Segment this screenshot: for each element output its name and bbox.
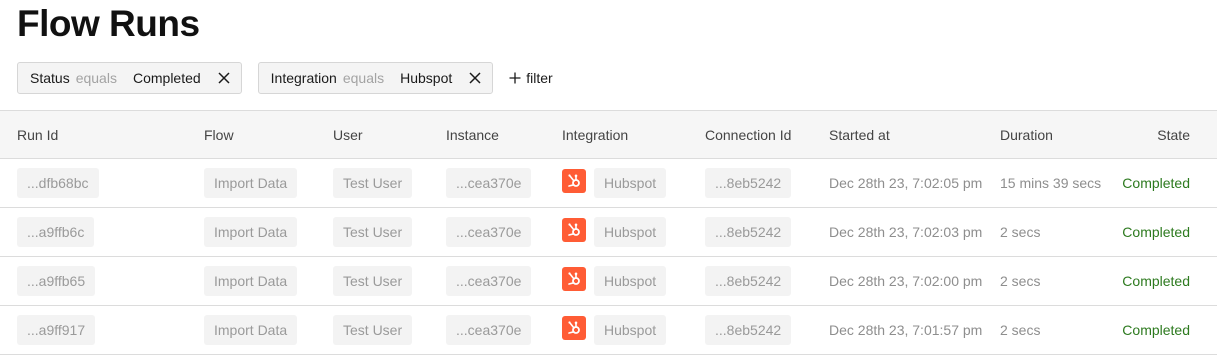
column-header-integration[interactable]: Integration xyxy=(562,127,628,143)
status-badge: Completed xyxy=(1122,175,1190,191)
column-header-started-at[interactable]: Started at xyxy=(829,127,890,143)
flow-name: Import Data xyxy=(204,315,298,345)
add-filter-button[interactable]: filter xyxy=(509,68,553,89)
plus-icon xyxy=(509,68,521,89)
column-header-flow[interactable]: Flow xyxy=(204,127,234,143)
user-name: Test User xyxy=(333,168,413,198)
user-name: Test User xyxy=(333,315,413,345)
started-at: Dec 28th 23, 7:02:00 pm xyxy=(829,273,983,289)
column-header-duration[interactable]: Duration xyxy=(1000,127,1053,143)
flow-name: Import Data xyxy=(204,266,298,296)
flow-runs-table: Run Id Flow User Instance Integration Co… xyxy=(0,110,1217,355)
filter-operator: equals xyxy=(75,70,117,86)
instance-id: ...cea370e xyxy=(446,217,532,247)
table-header: Run Id Flow User Instance Integration Co… xyxy=(0,110,1217,159)
connection-id: ...8eb5242 xyxy=(705,217,792,247)
run-id: ...a9ff917 xyxy=(17,315,96,345)
run-id: ...a9ffb65 xyxy=(17,266,96,296)
user-name: Test User xyxy=(333,217,413,247)
user-name: Test User xyxy=(333,266,413,296)
table-row[interactable]: ...a9ffb6c Import Data Test User ...cea3… xyxy=(0,208,1217,257)
duration: 2 secs xyxy=(1000,224,1041,240)
filter-operator: equals xyxy=(342,70,385,86)
integration-name: Hubspot xyxy=(594,315,667,345)
hubspot-logo-icon xyxy=(562,267,586,291)
instance-id: ...cea370e xyxy=(446,266,532,296)
close-icon[interactable] xyxy=(217,71,231,85)
integration-name: Hubspot xyxy=(594,217,667,247)
started-at: Dec 28th 23, 7:02:05 pm xyxy=(829,175,983,191)
connection-id: ...8eb5242 xyxy=(705,266,792,296)
page-title: Flow Runs xyxy=(17,3,200,44)
filter-value: Hubspot xyxy=(400,70,453,86)
add-filter-label: filter xyxy=(526,70,553,86)
status-badge: Completed xyxy=(1122,224,1190,240)
column-header-user[interactable]: User xyxy=(333,127,363,143)
filter-chip-status[interactable]: Status equals Completed xyxy=(17,62,242,94)
duration: 15 mins 39 secs xyxy=(1000,175,1102,191)
duration: 2 secs xyxy=(1000,273,1041,289)
duration: 2 secs xyxy=(1000,322,1041,338)
column-header-run-id[interactable]: Run Id xyxy=(17,127,58,143)
instance-id: ...cea370e xyxy=(446,315,532,345)
filter-value: Completed xyxy=(132,70,201,86)
filter-field: Integration xyxy=(270,70,337,86)
flow-name: Import Data xyxy=(204,168,298,198)
status-badge: Completed xyxy=(1122,322,1190,338)
hubspot-logo-icon xyxy=(562,169,586,193)
started-at: Dec 28th 23, 7:01:57 pm xyxy=(829,322,983,338)
column-header-state[interactable]: State xyxy=(1157,127,1190,143)
hubspot-logo-icon xyxy=(562,218,586,242)
filter-bar: Status equals Completed Integration equa… xyxy=(17,62,553,94)
column-header-connection-id[interactable]: Connection Id xyxy=(705,127,791,143)
instance-id: ...cea370e xyxy=(446,168,532,198)
close-icon[interactable] xyxy=(468,71,482,85)
run-id: ...a9ffb6c xyxy=(17,217,95,247)
run-id: ...dfb68bc xyxy=(17,168,99,198)
integration-name: Hubspot xyxy=(594,266,667,296)
connection-id: ...8eb5242 xyxy=(705,168,792,198)
filter-chip-integration[interactable]: Integration equals Hubspot xyxy=(257,62,494,94)
hubspot-logo-icon xyxy=(562,316,586,340)
flow-name: Import Data xyxy=(204,217,298,247)
integration-name: Hubspot xyxy=(594,168,667,198)
table-row[interactable]: ...a9ffb65 Import Data Test User ...cea3… xyxy=(0,257,1217,306)
connection-id: ...8eb5242 xyxy=(705,315,792,345)
status-badge: Completed xyxy=(1122,273,1190,289)
table-row[interactable]: ...a9ff917 Import Data Test User ...cea3… xyxy=(0,306,1217,355)
started-at: Dec 28th 23, 7:02:03 pm xyxy=(829,224,983,240)
table-row[interactable]: ...dfb68bc Import Data Test User ...cea3… xyxy=(0,159,1217,208)
column-header-instance[interactable]: Instance xyxy=(446,127,499,143)
filter-field: Status xyxy=(30,70,70,86)
